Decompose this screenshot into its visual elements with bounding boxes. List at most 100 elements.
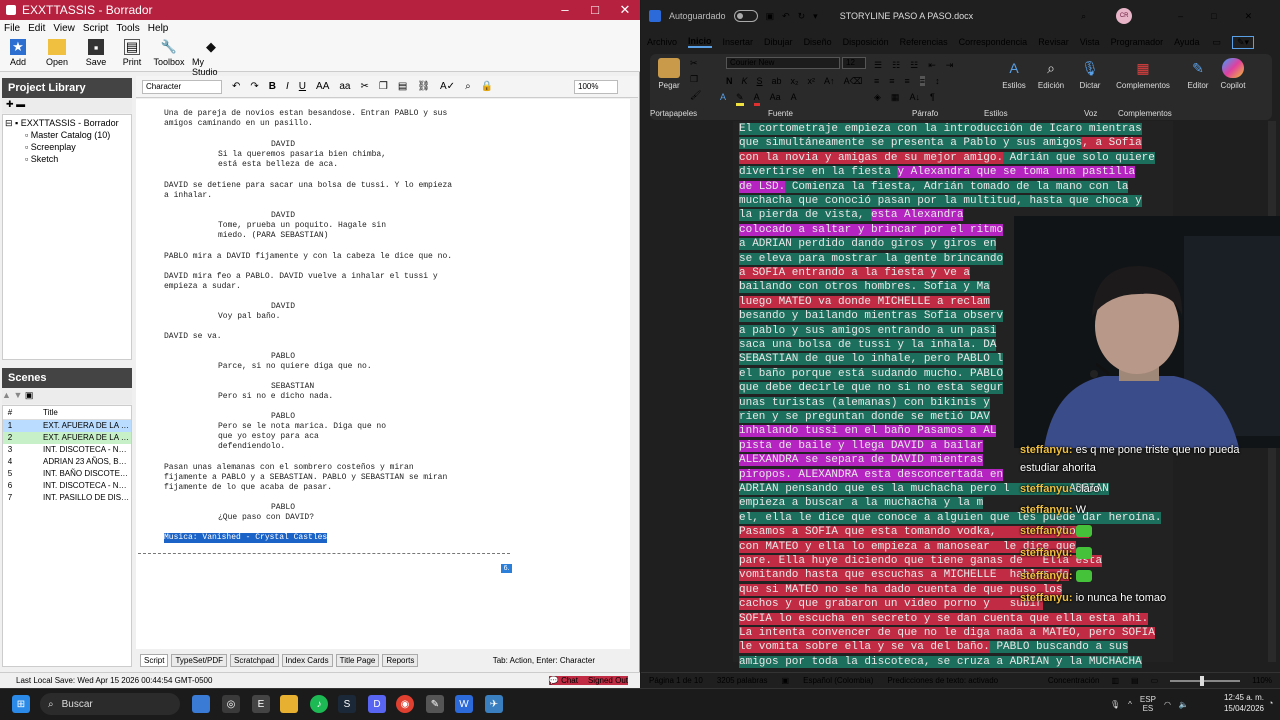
subscript-icon[interactable]: x₂ [791,76,799,87]
tab-reports[interactable]: Reports [382,653,419,667]
sort-icon[interactable]: A↓ [909,92,920,103]
file-explorer-icon[interactable] [280,695,298,713]
tree-item-master-catalog[interactable]: ▫ Master Catalog (10) [5,129,129,141]
search-icon[interactable]: ⌕ [1081,11,1086,22]
proofing-icon[interactable]: ▣ [782,676,790,685]
strikethrough-icon[interactable]: ab [772,76,782,87]
decrease-indent-icon[interactable]: ⇤ [928,60,936,71]
volume-icon[interactable]: 🔈 [1179,700,1189,709]
close-icon[interactable]: ✕ [610,2,640,18]
editor-button[interactable]: ✎ Editor [1184,58,1212,91]
my-studio-button[interactable]: ◆ My Studio [192,36,230,77]
uppercase-icon[interactable]: AA [316,81,329,92]
grow-font-icon[interactable]: A↑ [824,76,835,87]
undo-icon[interactable]: ↶ [782,11,790,22]
shrink-font-icon[interactable]: A [791,92,797,106]
styles-button[interactable]: A Estilos [1000,58,1028,90]
justify-icon[interactable]: ≡ [919,76,926,86]
tab-insertar[interactable]: Insertar [723,37,754,47]
focus-mode[interactable]: Concentración [1048,676,1100,685]
scene-row[interactable]: 4 ADRIAN 23 AÑOS, BLA... [3,456,131,468]
user-avatar[interactable]: CR [1116,8,1133,24]
tab-disposicion[interactable]: Disposición [843,37,889,47]
autosave-toggle[interactable] [733,10,758,22]
tab-inicio[interactable]: Inicio [688,36,712,48]
taskbar-clock[interactable]: 12:45 a. m. 15/04/2026 [1198,692,1264,716]
language-status[interactable]: Español (Colombia) [803,676,873,685]
wifi-icon[interactable]: ◠ [1164,700,1171,709]
epic-games-icon[interactable]: E [252,695,270,713]
text-prediction-status[interactable]: Predicciones de texto: activado [887,676,998,685]
add-button[interactable]: ★ Add [4,36,32,71]
align-center-icon[interactable]: ≡ [889,76,894,86]
scene-row[interactable]: 2 EXT. AFUERA DE LA FIE... [3,432,131,444]
bullets-icon[interactable]: ☰ [874,60,882,71]
tab-title-page[interactable]: Title Page [335,653,380,667]
italic-icon[interactable]: K [742,76,748,87]
redo-icon[interactable]: ↷ [250,81,258,92]
editing-button[interactable]: ⌕ Edición [1036,58,1066,91]
tray-chevron-icon[interactable]: ^ [1128,700,1132,709]
format-painter-icon[interactable]: 🖌 [690,90,701,101]
shading-icon[interactable]: ◈ [874,92,881,103]
web-layout-icon[interactable]: ▭ [1151,676,1159,685]
save-icon[interactable]: ▣ [766,11,775,22]
show-marks-icon[interactable]: ¶ [930,92,935,103]
spotify-icon[interactable]: ♪ [310,695,328,713]
lowercase-icon[interactable]: aa [339,81,350,92]
taskbar-search[interactable]: ⌕ Buscar [40,693,180,715]
font-name-select[interactable]: Courier New [726,57,840,69]
steam-icon[interactable]: S [338,695,356,713]
keyboard-language[interactable]: ESP ES [1140,695,1156,713]
undo-icon[interactable]: ↶ [232,81,240,92]
highlight-icon[interactable]: ✎ [736,92,744,106]
cut-icon[interactable]: ✂ [361,81,369,92]
scene-row[interactable]: 5 INT. BAÑO DISCOTEC... [3,468,131,480]
tab-vista[interactable]: Vista [1080,37,1100,47]
copy-icon[interactable]: ❐ [690,74,698,85]
signed-out-status[interactable]: Signed Out [588,676,628,685]
redo-icon[interactable]: ↻ [798,11,806,22]
tab-index-cards[interactable]: Index Cards [281,653,333,667]
tree-item-project[interactable]: ⊟ ▪ EXXTTASSIS - Borrador [5,117,129,129]
script-editor[interactable]: Una de pareja de novios estan besandose.… [136,99,630,649]
multilevel-icon[interactable]: ☳ [910,60,918,71]
celtx-taskbar-icon[interactable]: ✎ [426,695,444,713]
minimize-icon[interactable]: – [550,2,580,18]
save-button[interactable]: ▪ Save [82,36,110,71]
tab-dibujar[interactable]: Dibujar [764,37,793,47]
discord-icon[interactable]: D [368,695,386,713]
link-icon[interactable]: ⛓ [417,81,430,92]
align-right-icon[interactable]: ≡ [905,76,910,86]
word-taskbar-icon[interactable]: W [455,695,473,713]
word-count[interactable]: 3205 palabras [717,676,768,685]
app-icon[interactable]: ◎ [222,695,240,713]
scene-row[interactable]: 1 EXT. AFUERA DE LA FIE... [3,420,131,432]
app-taskbar-icon[interactable]: ✈ [485,695,503,713]
increase-indent-icon[interactable]: ⇥ [946,60,954,71]
menu-script[interactable]: Script [83,23,109,34]
tab-archivo[interactable]: Archivo [647,37,677,47]
tab-diseno[interactable]: Diseño [804,37,832,47]
notification-bell-icon[interactable]: ◔ [1268,698,1273,708]
bold-icon[interactable]: B [269,81,276,92]
menu-help[interactable]: Help [148,23,169,34]
dictate-button[interactable]: 🎙 Dictar [1076,58,1104,91]
folder-small-icon[interactable]: ▬ [16,99,25,109]
scene-row[interactable]: 6 INT. DISCOTECA - NO... [3,480,131,492]
print-button[interactable]: ▤ Print [118,36,146,71]
chat-button[interactable]: 💬 Chat [549,676,578,685]
paste-icon[interactable]: ▤ [398,81,407,92]
font-size-select[interactable]: 12 [842,57,866,69]
start-button-icon[interactable]: ⊞ [12,695,30,713]
tab-scratchpad[interactable]: Scratchpad [230,653,279,667]
down-arrow-icon[interactable]: ▼ [13,390,22,400]
addins-button[interactable]: ▦ Complementos [1112,58,1174,91]
tab-typeset[interactable]: TypeSet/PDF [171,653,228,667]
cut-icon[interactable]: ✂ [690,58,698,69]
paste-button[interactable]: Pegar [654,58,684,90]
borders-icon[interactable]: ▦ [891,92,900,103]
text-effects-icon[interactable]: A [720,92,726,106]
menu-tools[interactable]: Tools [116,23,139,34]
maximize-icon[interactable]: □ [580,2,610,18]
